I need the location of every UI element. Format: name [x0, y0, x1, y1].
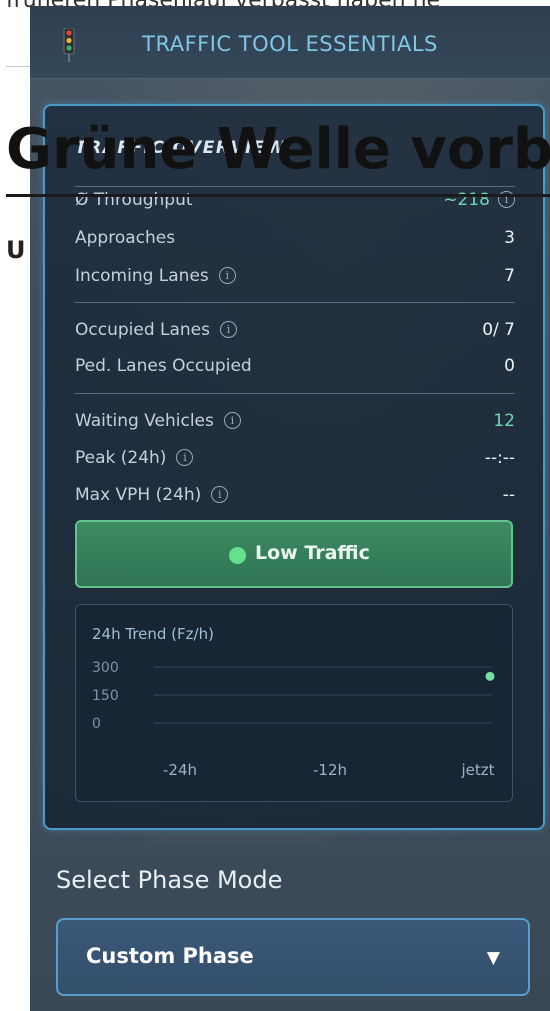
waiting-vehicles-label: Waiting Vehicles — [75, 411, 214, 431]
phase-mode-select[interactable]: Custom Phase ▼ — [56, 918, 530, 996]
status-label: Low Traffic — [255, 542, 370, 564]
row-label: Peak (24h) i — [75, 448, 194, 468]
article-heading-underline — [6, 194, 550, 197]
article-heading: Grüne Welle vorb — [6, 122, 550, 178]
row-occupied-lanes: Occupied Lanes i 0/ 7 — [75, 320, 515, 344]
phase-mode-label: Select Phase Mode — [56, 866, 283, 894]
peak-label: Peak (24h) — [75, 448, 167, 468]
row-label: Approaches — [75, 228, 176, 248]
info-icon[interactable]: i — [176, 449, 194, 466]
row-max-vph: Max VPH (24h) i -- — [75, 485, 515, 509]
trend-chart-plot: 300 150 0 -24h -12h jetzt — [92, 660, 495, 779]
max-vph-label: Max VPH (24h) — [75, 485, 202, 505]
row-label: Ø Throughput — [75, 190, 193, 210]
info-icon[interactable]: i — [218, 267, 236, 284]
divider — [75, 302, 515, 303]
row-label: Incoming Lanes i — [75, 266, 236, 286]
x-tick-label: -12h — [313, 761, 347, 779]
panel-header: TRAFFIC TOOL ESSENTIALS — [30, 6, 550, 79]
row-value: 12 — [493, 411, 515, 431]
status-dot-icon — [229, 547, 246, 564]
info-icon[interactable]: i — [211, 486, 229, 503]
y-tick-label: 150 — [92, 688, 119, 704]
row-value: -- — [502, 485, 515, 505]
row-value: 0 — [504, 356, 515, 376]
x-tick-label: -24h — [163, 761, 197, 779]
row-value: 0/ 7 — [482, 320, 515, 340]
article-subheading: U — [6, 236, 26, 264]
row-label: Max VPH (24h) i — [75, 485, 229, 505]
divider — [75, 393, 515, 394]
row-ped-lanes: Ped. Lanes Occupied 0 — [75, 356, 515, 380]
row-incoming-lanes: Incoming Lanes i 7 — [75, 266, 515, 290]
phase-mode-value: Custom Phase — [86, 944, 254, 968]
chevron-down-icon: ▼ — [486, 948, 500, 968]
row-label: Ped. Lanes Occupied — [75, 356, 252, 376]
traffic-overview-card: TRAFFIC OVERVIEW Ø Throughput ~218 i Appr… — [43, 104, 545, 830]
x-tick-label: jetzt — [460, 761, 494, 779]
y-tick-label: 0 — [92, 716, 101, 732]
row-approaches: Approaches 3 — [75, 228, 515, 252]
panel-title: TRAFFIC TOOL ESSENTIALS — [142, 32, 438, 56]
row-value: ~218 i — [443, 190, 515, 210]
row-label: Waiting Vehicles i — [75, 411, 241, 431]
divider — [75, 186, 515, 187]
throughput-value: ~218 — [443, 190, 490, 210]
data-point — [485, 671, 495, 681]
row-value: 7 — [504, 266, 515, 286]
info-icon[interactable]: i — [223, 412, 241, 429]
row-value: --:-- — [484, 448, 515, 468]
row-value: 3 — [504, 228, 515, 248]
row-waiting-vehicles: Waiting Vehicles i 12 — [75, 411, 515, 435]
traffic-status-badge[interactable]: Low Traffic — [75, 520, 513, 588]
row-peak: Peak (24h) i --:-- — [75, 448, 515, 472]
occupied-lanes-label: Occupied Lanes — [75, 320, 210, 340]
trend-chart: 24h Trend (Fz/h) 300 150 0 -24h -12h jetzt — [75, 604, 513, 802]
incoming-lanes-label: Incoming Lanes — [75, 266, 209, 286]
info-icon[interactable]: i — [220, 321, 237, 338]
row-label: Occupied Lanes i — [75, 320, 237, 340]
y-tick-label: 300 — [92, 660, 119, 676]
